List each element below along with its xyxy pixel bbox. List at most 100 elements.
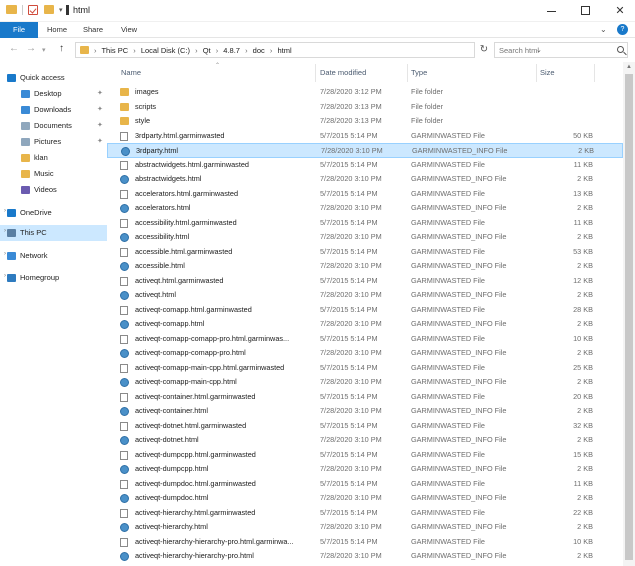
file-icon [120,508,128,518]
sidebar-item-label: Homegroup [20,273,60,282]
file-row[interactable]: activeqt-comapp.html 7/28/2020 3:10 PM GAR… [107,317,623,332]
file-row[interactable]: accelerators.html.garminwasted 5/7/2015 5… [107,187,623,202]
breadcrumb-local-disk[interactable]: Local Disk (C:) [141,46,190,55]
scroll-up-arrow-icon[interactable]: ▲ [626,64,632,70]
file-row[interactable]: images 7/28/2020 3:12 PM File folder [107,85,623,100]
recent-locations-chevron-icon[interactable]: ▾ [42,46,46,54]
file-row[interactable]: abstractwidgets.html 7/28/2020 3:10 PM GAR… [107,172,623,187]
file-size: 2 KB [577,551,593,560]
file-row[interactable]: accessible.html.garminwasted 5/7/2015 5:1… [107,245,623,260]
file-size: 11 KB [573,217,593,227]
file-row[interactable]: style 7/28/2020 3:13 PM File folder [107,114,623,129]
expand-chevron-icon[interactable]: › [4,208,6,214]
file-row[interactable]: accessibility.html 7/28/2020 3:10 PM GARMI… [107,230,623,245]
tab-share[interactable]: Share [77,22,109,38]
sidebar-item-this-pc[interactable]: › This PC [0,225,107,241]
sidebar-item-desktop[interactable]: Desktop ✦ [0,86,107,102]
expand-chevron-icon[interactable]: › [4,251,6,257]
maximize-icon [581,6,590,15]
column-name[interactable]: Name [121,68,141,77]
file-row[interactable]: activeqt-comapp-main-cpp.html.garminwast… [107,361,623,376]
sidebar-item-onedrive[interactable]: › OneDrive [0,205,107,221]
file-type: GARMINWASTED File [411,246,485,256]
tab-home[interactable]: Home [41,22,73,38]
file-row[interactable]: activeqt-hierarchy.html 7/28/2020 3:10 PM… [107,520,623,535]
tab-view[interactable]: View [113,22,145,38]
file-row[interactable]: activeqt-container.html 7/28/2020 3:10 PM… [107,404,623,419]
file-row[interactable]: activeqt-comapp-comapp-pro.html.garminwa… [107,332,623,347]
search-icon [617,46,624,53]
file-type: GARMINWASTED_INFO File [411,406,507,415]
sidebar-item-downloads[interactable]: Downloads ✦ [0,102,107,118]
file-row[interactable]: activeqt-hierarchy-hierarchy-pro.html 7/2… [107,549,623,564]
column-divider[interactable] [536,64,537,82]
file-date-modified: 7/28/2020 3:13 PM [320,116,382,125]
breadcrumb-version[interactable]: 4.8.7 [223,46,240,55]
file-row[interactable]: activeqt-dumpcpp.html.garminwasted 5/7/20… [107,448,623,463]
file-size: 2 KB [577,377,593,386]
column-divider[interactable] [407,64,408,82]
refresh-button[interactable]: ↻ [476,42,492,58]
sidebar-item-homegroup[interactable]: › Homegroup [0,270,107,286]
file-row[interactable]: activeqt-dumpcpp.html 7/28/2020 3:10 PM GA… [107,462,623,477]
file-row[interactable]: activeqt-hierarchy-hierarchy-pro.html.ga… [107,535,623,550]
file-date-modified: 7/28/2020 3:10 PM [321,146,383,155]
column-size[interactable]: Size [540,68,555,77]
file-row[interactable]: activeqt-container.html.garminwasted 5/7/… [107,390,623,405]
search-input[interactable]: Search html [494,42,628,58]
file-row[interactable]: activeqt-dotnet.html 7/28/2020 3:10 PM GAR… [107,433,623,448]
expand-chevron-icon[interactable]: › [4,228,6,234]
file-name: accessible.html [135,261,185,270]
forward-button[interactable]: → [26,43,36,54]
column-type[interactable]: Type [411,68,427,77]
breadcrumb-this-pc[interactable]: This PC [101,46,128,55]
web-file-icon [120,378,129,387]
up-button[interactable]: ↑ [59,43,64,54]
file-row[interactable]: activeqt-comapp.html.garminwasted 5/7/201… [107,303,623,318]
file-row[interactable]: activeqt-dumpdoc.html.garminwasted 5/7/20… [107,477,623,492]
file-row[interactable]: activeqt-dumpdoc.html 7/28/2020 3:10 PM GA… [107,491,623,506]
close-button[interactable]: ✕ [603,0,635,22]
help-icon[interactable]: ? [617,24,628,35]
tab-file[interactable]: File [0,22,38,38]
sidebar-item-music[interactable]: Music [0,166,107,182]
web-file-icon [120,552,129,561]
file-row[interactable]: activeqt-comapp-main-cpp.html 7/28/2020 3… [107,375,623,390]
file-row[interactable]: activeqt.html 7/28/2020 3:10 PM GARMINWAST… [107,288,623,303]
new-folder-icon[interactable] [44,5,54,14]
file-row[interactable]: activeqt-dotnet.html.garminwasted 5/7/201… [107,419,623,434]
maximize-button[interactable] [569,0,603,22]
file-row[interactable]: scripts 7/28/2020 3:13 PM File folder [107,100,623,115]
sidebar-item-quick-access[interactable]: Quick access [0,70,107,86]
expand-chevron-icon[interactable]: › [4,273,6,279]
column-divider[interactable] [315,64,316,82]
file-row[interactable]: abstractwidgets.html.garminwasted 5/7/201… [107,158,623,173]
scrollbar-thumb[interactable] [625,74,633,560]
expand-ribbon-chevron-icon[interactable]: ⌄ [600,25,607,34]
properties-check-icon[interactable] [28,5,38,15]
sidebar-item-klan[interactable]: klan [0,150,107,166]
sidebar-item-videos[interactable]: Videos [0,182,107,198]
sidebar-item-network[interactable]: › Network [0,248,107,264]
vertical-scrollbar[interactable]: ▲ [623,62,635,566]
file-row[interactable]: 3rdparty.html.garminwasted 5/7/2015 5:14 … [107,129,623,144]
minimize-button[interactable] [535,0,569,22]
address-bar[interactable]: › This PC › Local Disk (C:) › Qt › 4.8.7… [75,42,542,58]
file-row[interactable]: accessible.html 7/28/2020 3:10 PM GARMINWA… [107,259,623,274]
breadcrumb-html[interactable]: html [277,46,291,55]
file-row[interactable]: activeqt-hierarchy.html.garminwasted 5/7/… [107,506,623,521]
sidebar-item-pictures[interactable]: Pictures ✦ [0,134,107,150]
customize-toolbar-chevron-icon[interactable]: ▾ [59,6,63,14]
breadcrumb-qt[interactable]: Qt [203,46,211,55]
file-row[interactable]: accelerators.html 7/28/2020 3:10 PM GARMIN… [107,201,623,216]
breadcrumb: › This PC › Local Disk (C:) › Qt › 4.8.7… [94,46,295,55]
file-row[interactable]: accessibility.html.garminwasted 5/7/2015 … [107,216,623,231]
sidebar-item-documents[interactable]: Documents ✦ [0,118,107,134]
column-date-modified[interactable]: Date modified [320,68,366,77]
file-row[interactable]: activeqt.html.garminwasted 5/7/2015 5:14 … [107,274,623,289]
breadcrumb-doc[interactable]: doc [253,46,265,55]
back-button[interactable]: ← [9,43,19,54]
file-row[interactable]: 3rdparty.html 7/28/2020 3:10 PM GARMINWAST… [107,143,623,158]
column-divider[interactable] [594,64,595,82]
file-row[interactable]: activeqt-comapp-comapp-pro.html 7/28/2020… [107,346,623,361]
